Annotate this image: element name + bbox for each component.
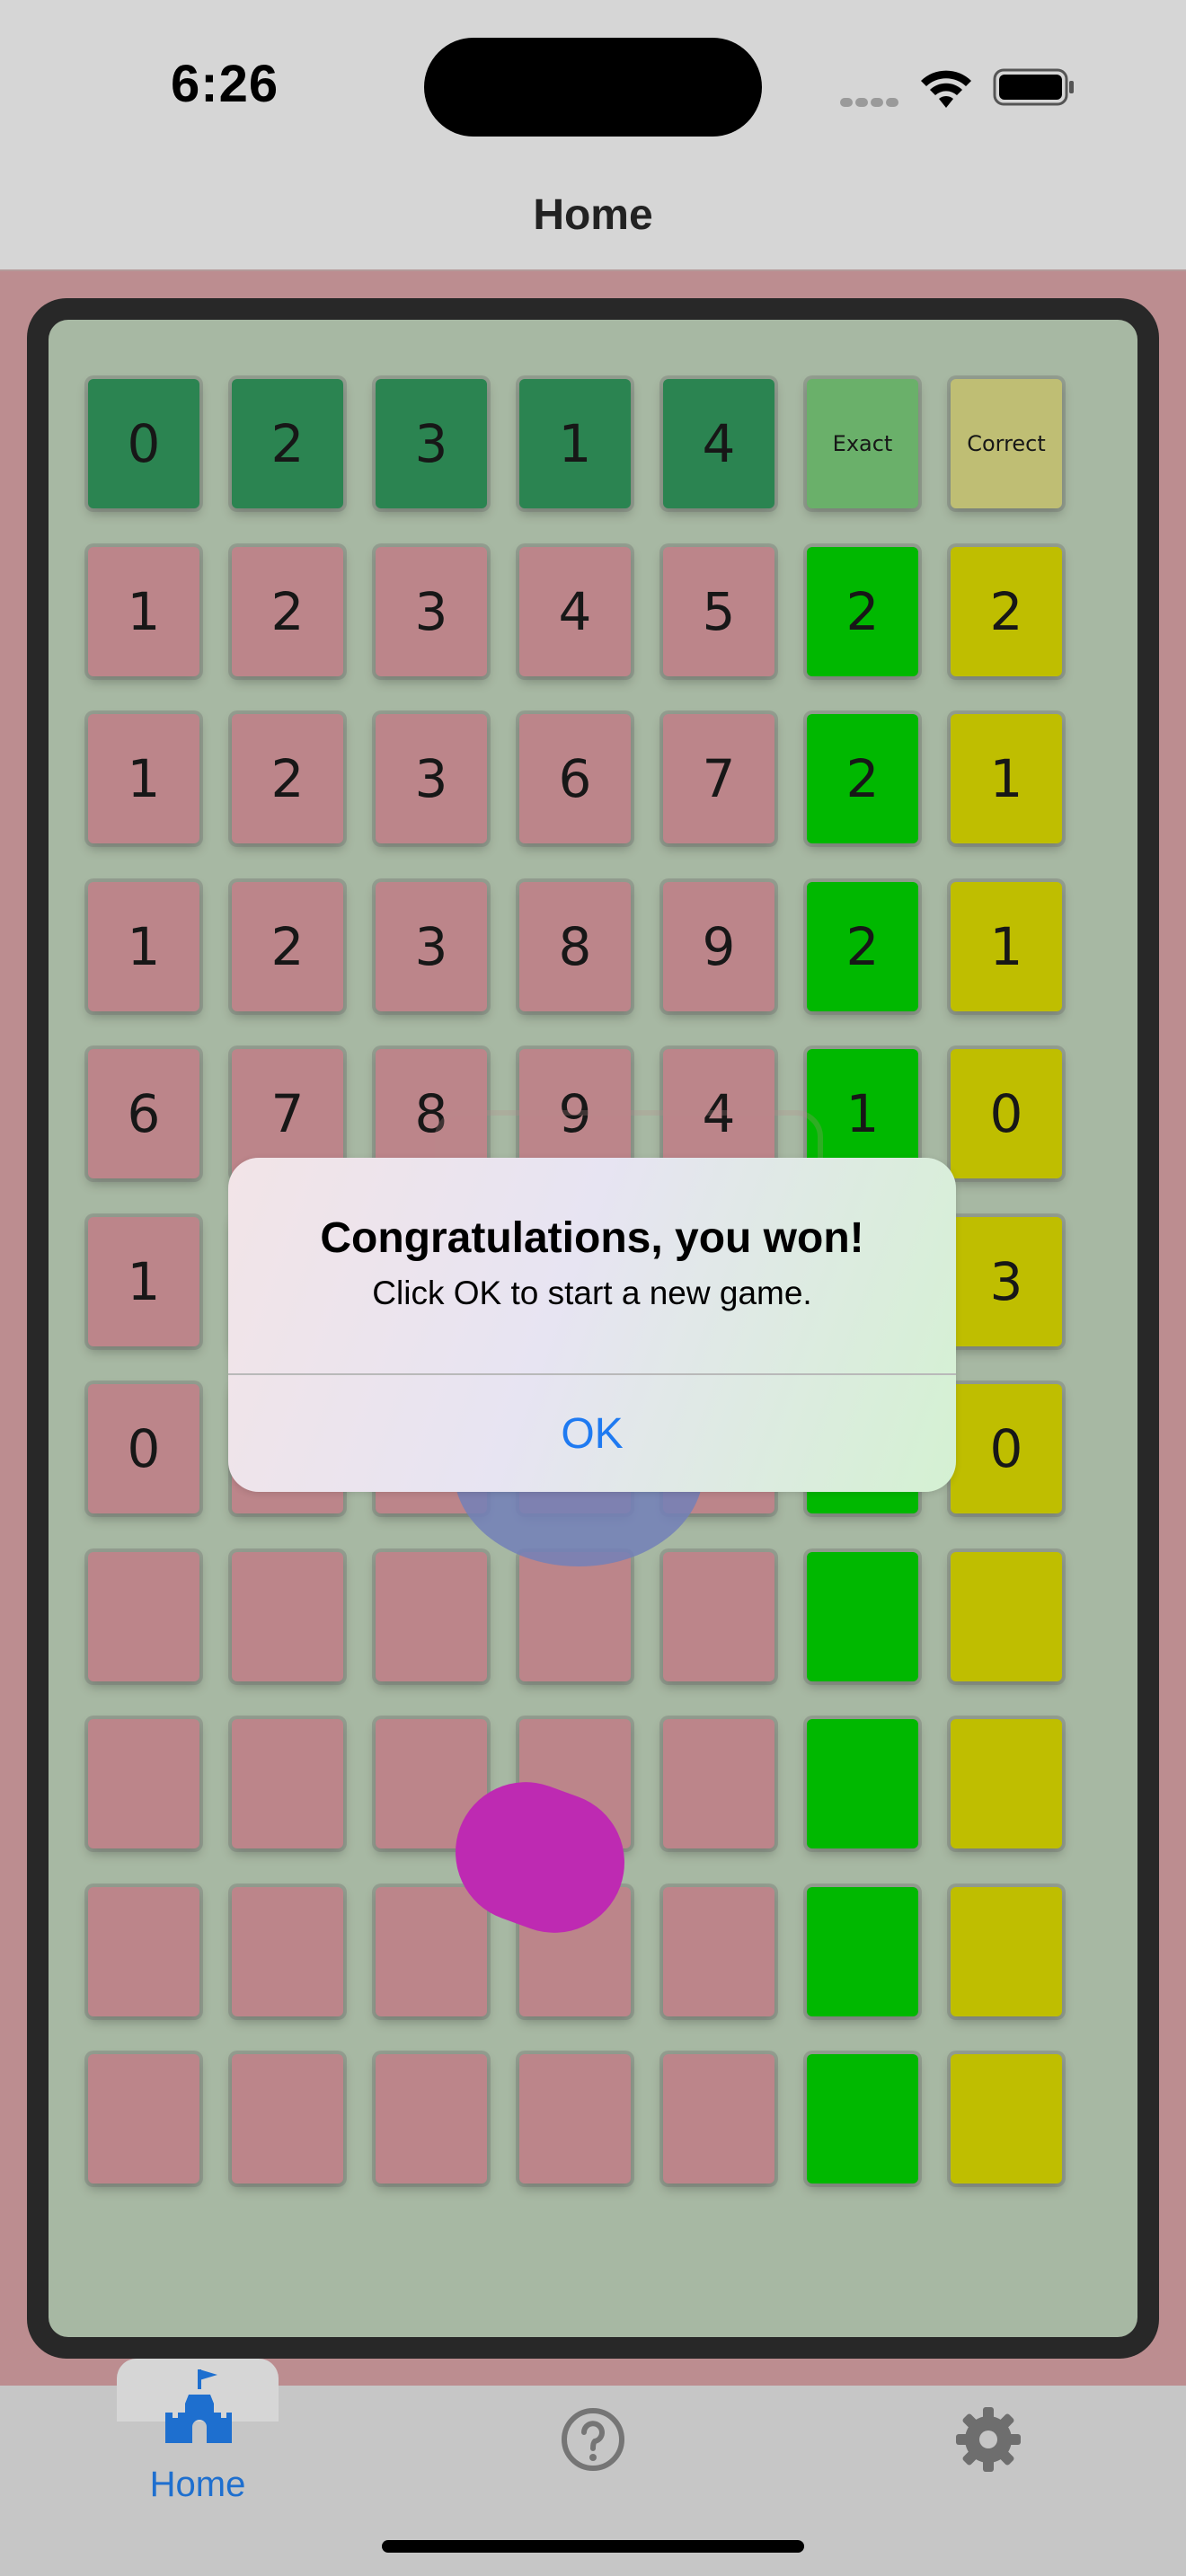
tab-settings[interactable] (952, 2404, 1024, 2475)
cellular-signal-icon (840, 95, 901, 111)
dynamic-island (424, 38, 762, 137)
alert-title: Congratulations, you won! (320, 1214, 864, 1262)
status-bar: 6:26 (0, 0, 1186, 153)
alert-message: Click OK to start a new game. (372, 1275, 812, 1311)
question-circle-icon (562, 2408, 624, 2471)
navigation-bar: Home (0, 153, 1186, 271)
status-time: 6:26 (171, 55, 279, 113)
tab-home[interactable]: Home (117, 2359, 279, 2511)
page-title: Home (533, 191, 653, 239)
castle-icon (165, 2369, 232, 2443)
battery-icon (993, 68, 1074, 106)
tab-home-label: Home (149, 2465, 246, 2504)
home-indicator (382, 2540, 804, 2553)
gear-icon (956, 2407, 1021, 2472)
ok-button[interactable]: OK (228, 1375, 956, 1492)
win-alert-dialog: Congratulations, you won! Click OK to st… (228, 1158, 956, 1492)
tab-help[interactable] (557, 2404, 629, 2475)
wifi-icon (921, 70, 971, 108)
status-icons (840, 65, 1083, 110)
